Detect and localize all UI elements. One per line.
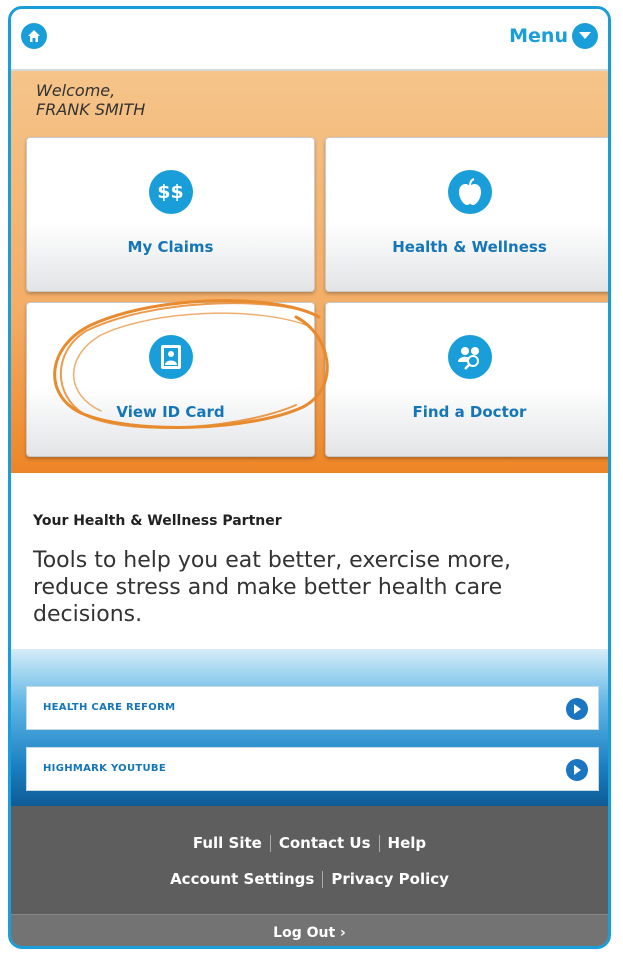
- help-link[interactable]: Help: [388, 834, 427, 852]
- divider: [378, 835, 380, 852]
- link-label: HIGHMARK YOUTUBE: [43, 763, 166, 774]
- welcome-line: Welcome,: [36, 81, 116, 100]
- link-highmark-youtube[interactable]: HIGHMARK YOUTUBE: [26, 747, 599, 791]
- log-out-button[interactable]: Log Out ›: [11, 925, 608, 941]
- footer-links-row-1: Full Site Contact Us Help: [11, 834, 608, 852]
- footer: Full Site Contact Us Help Account Settings…: [11, 806, 608, 946]
- chevron-right-icon: [566, 698, 588, 720]
- privacy-policy-link[interactable]: Privacy Policy: [331, 870, 449, 888]
- apple-icon: [447, 170, 492, 214]
- divider: [269, 835, 271, 852]
- tile-label: My Claims: [127, 238, 214, 256]
- app-frame: Menu Welcome, FRANK SMITH $$ My Claims H…: [8, 6, 611, 949]
- home-icon[interactable]: [21, 23, 47, 49]
- partner-description: Tools to help you eat better, exercise m…: [33, 548, 511, 627]
- chevron-right-icon: [566, 759, 588, 781]
- logout-bar: Log Out ›: [11, 914, 608, 946]
- menu-button[interactable]: Menu: [509, 23, 598, 49]
- link-label: HEALTH CARE REFORM: [43, 702, 176, 713]
- divider: [322, 871, 324, 888]
- contact-us-link[interactable]: Contact Us: [279, 834, 371, 852]
- header-bar: Menu: [11, 9, 608, 69]
- tile-health-wellness[interactable]: Health & Wellness: [325, 137, 608, 292]
- welcome-panel: Welcome, FRANK SMITH $$ My Claims Health…: [11, 69, 608, 473]
- footer-links-row-2: Account Settings Privacy Policy: [11, 870, 608, 888]
- doctor-search-icon: [447, 335, 492, 379]
- tile-find-a-doctor[interactable]: Find a Doctor: [325, 302, 608, 457]
- chevron-down-icon: [572, 23, 598, 49]
- tile-label: Health & Wellness: [392, 238, 547, 256]
- menu-label: Menu: [509, 25, 568, 47]
- tile-label: Find a Doctor: [412, 403, 527, 421]
- welcome-greeting: Welcome, FRANK SMITH: [36, 81, 145, 119]
- user-name: FRANK SMITH: [36, 100, 146, 119]
- tile-view-id-card[interactable]: View ID Card: [26, 302, 315, 457]
- link-health-care-reform[interactable]: HEALTH CARE REFORM: [26, 686, 599, 730]
- tile-my-claims[interactable]: $$ My Claims: [26, 137, 315, 292]
- tile-label: View ID Card: [116, 403, 225, 421]
- dollar-icon: $$: [148, 170, 193, 214]
- id-card-icon: [148, 335, 193, 379]
- account-settings-link[interactable]: Account Settings: [170, 870, 314, 888]
- links-section: HEALTH CARE REFORM HIGHMARK YOUTUBE: [11, 649, 608, 806]
- partner-section: Your Health & Wellness Partner Tools to …: [11, 473, 608, 649]
- full-site-link[interactable]: Full Site: [193, 834, 262, 852]
- partner-title: Your Health & Wellness Partner: [33, 513, 282, 529]
